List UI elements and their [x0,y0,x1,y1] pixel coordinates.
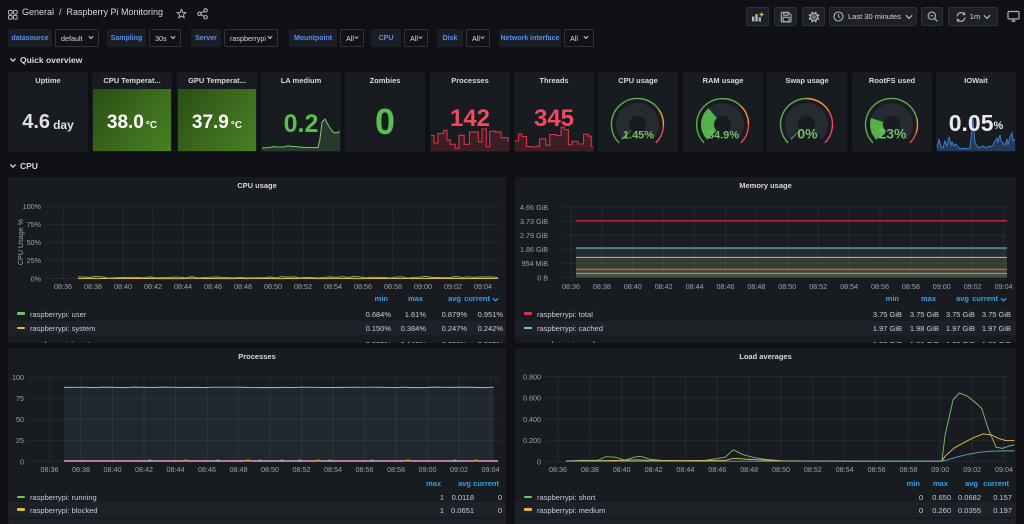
svg-text:954 MiB: 954 MiB [522,259,549,268]
svg-text:08:52: 08:52 [804,465,822,474]
svg-text:08:58: 08:58 [900,465,918,474]
svg-text:1.45%: 1.45% [623,130,654,142]
svg-text:08:58: 08:58 [902,282,920,291]
svg-text:3.73 GiB: 3.73 GiB [520,217,548,226]
svg-text:09:00: 09:00 [419,465,437,474]
svg-text:09:04: 09:04 [995,465,1013,474]
svg-text:08:46: 08:46 [717,282,735,291]
svg-text:50%: 50% [27,238,42,247]
svg-text:08:44: 08:44 [167,465,185,474]
svg-text:08:42: 08:42 [135,465,153,474]
svg-text:08:50: 08:50 [772,465,790,474]
svg-text:08:38: 08:38 [84,282,102,291]
svg-text:09:04: 09:04 [995,282,1013,291]
svg-text:08:56: 08:56 [356,465,374,474]
svg-text:08:58: 08:58 [384,282,402,291]
svg-text:08:36: 08:36 [562,282,580,291]
svg-text:08:48: 08:48 [230,465,248,474]
svg-text:08:58: 08:58 [387,465,405,474]
svg-text:08:50: 08:50 [261,465,279,474]
svg-text:08:56: 08:56 [354,282,372,291]
svg-text:75%: 75% [27,220,42,229]
svg-text:08:40: 08:40 [613,465,631,474]
svg-text:23%: 23% [878,126,907,142]
svg-text:0%: 0% [797,126,818,142]
svg-text:0%: 0% [31,274,42,283]
svg-text:08:52: 08:52 [294,282,312,291]
svg-text:0.800: 0.800 [523,372,541,381]
svg-text:50: 50 [16,415,24,424]
svg-text:08:50: 08:50 [778,282,796,291]
svg-text:100%: 100% [23,202,42,211]
svg-text:100: 100 [12,373,24,382]
svg-text:4.66 GiB: 4.66 GiB [520,203,548,212]
svg-text:0.400: 0.400 [523,415,541,424]
svg-text:08:54: 08:54 [836,465,854,474]
svg-text:09:00: 09:00 [933,282,951,291]
svg-text:08:52: 08:52 [809,282,827,291]
svg-text:09:02: 09:02 [450,465,468,474]
svg-text:08:38: 08:38 [72,465,90,474]
svg-text:75: 75 [16,394,24,403]
svg-text:08:36: 08:36 [54,282,72,291]
svg-text:0.600: 0.600 [523,394,541,403]
svg-text:34.9%: 34.9% [708,130,739,142]
svg-text:08:54: 08:54 [324,282,342,291]
svg-text:08:42: 08:42 [645,465,663,474]
svg-text:0.200: 0.200 [523,436,541,445]
svg-text:08:52: 08:52 [293,465,311,474]
svg-text:08:38: 08:38 [593,282,611,291]
svg-text:09:02: 09:02 [964,282,982,291]
svg-text:08:56: 08:56 [868,465,886,474]
svg-text:08:40: 08:40 [624,282,642,291]
svg-text:08:54: 08:54 [324,465,342,474]
svg-text:08:38: 08:38 [581,465,599,474]
svg-text:08:40: 08:40 [104,465,122,474]
svg-text:0: 0 [537,457,541,466]
svg-text:09:00: 09:00 [414,282,432,291]
svg-text:0 B: 0 B [537,273,548,282]
svg-text:08:48: 08:48 [234,282,252,291]
svg-text:2.79 GiB: 2.79 GiB [520,231,548,240]
svg-text:08:46: 08:46 [708,465,726,474]
svg-text:0: 0 [20,457,24,466]
svg-text:25%: 25% [27,256,42,265]
svg-text:08:46: 08:46 [198,465,216,474]
svg-text:08:56: 08:56 [871,282,889,291]
svg-text:08:42: 08:42 [655,282,673,291]
svg-text:08:40: 08:40 [114,282,132,291]
svg-text:CPU Usage %: CPU Usage % [16,218,25,265]
svg-text:09:02: 09:02 [963,465,981,474]
svg-text:08:46: 08:46 [204,282,222,291]
svg-text:08:44: 08:44 [686,282,704,291]
svg-text:09:00: 09:00 [931,465,949,474]
svg-text:09:04: 09:04 [474,282,492,291]
svg-text:25: 25 [16,436,24,445]
svg-text:08:48: 08:48 [740,465,758,474]
svg-text:1.86 GiB: 1.86 GiB [520,245,548,254]
svg-text:08:48: 08:48 [747,282,765,291]
svg-text:08:50: 08:50 [264,282,282,291]
svg-text:08:36: 08:36 [41,465,59,474]
svg-text:08:44: 08:44 [174,282,192,291]
svg-text:08:36: 08:36 [549,465,567,474]
svg-text:09:02: 09:02 [444,282,462,291]
svg-text:09:04: 09:04 [482,465,500,474]
svg-text:08:42: 08:42 [144,282,162,291]
svg-text:08:44: 08:44 [676,465,694,474]
svg-text:08:54: 08:54 [840,282,858,291]
